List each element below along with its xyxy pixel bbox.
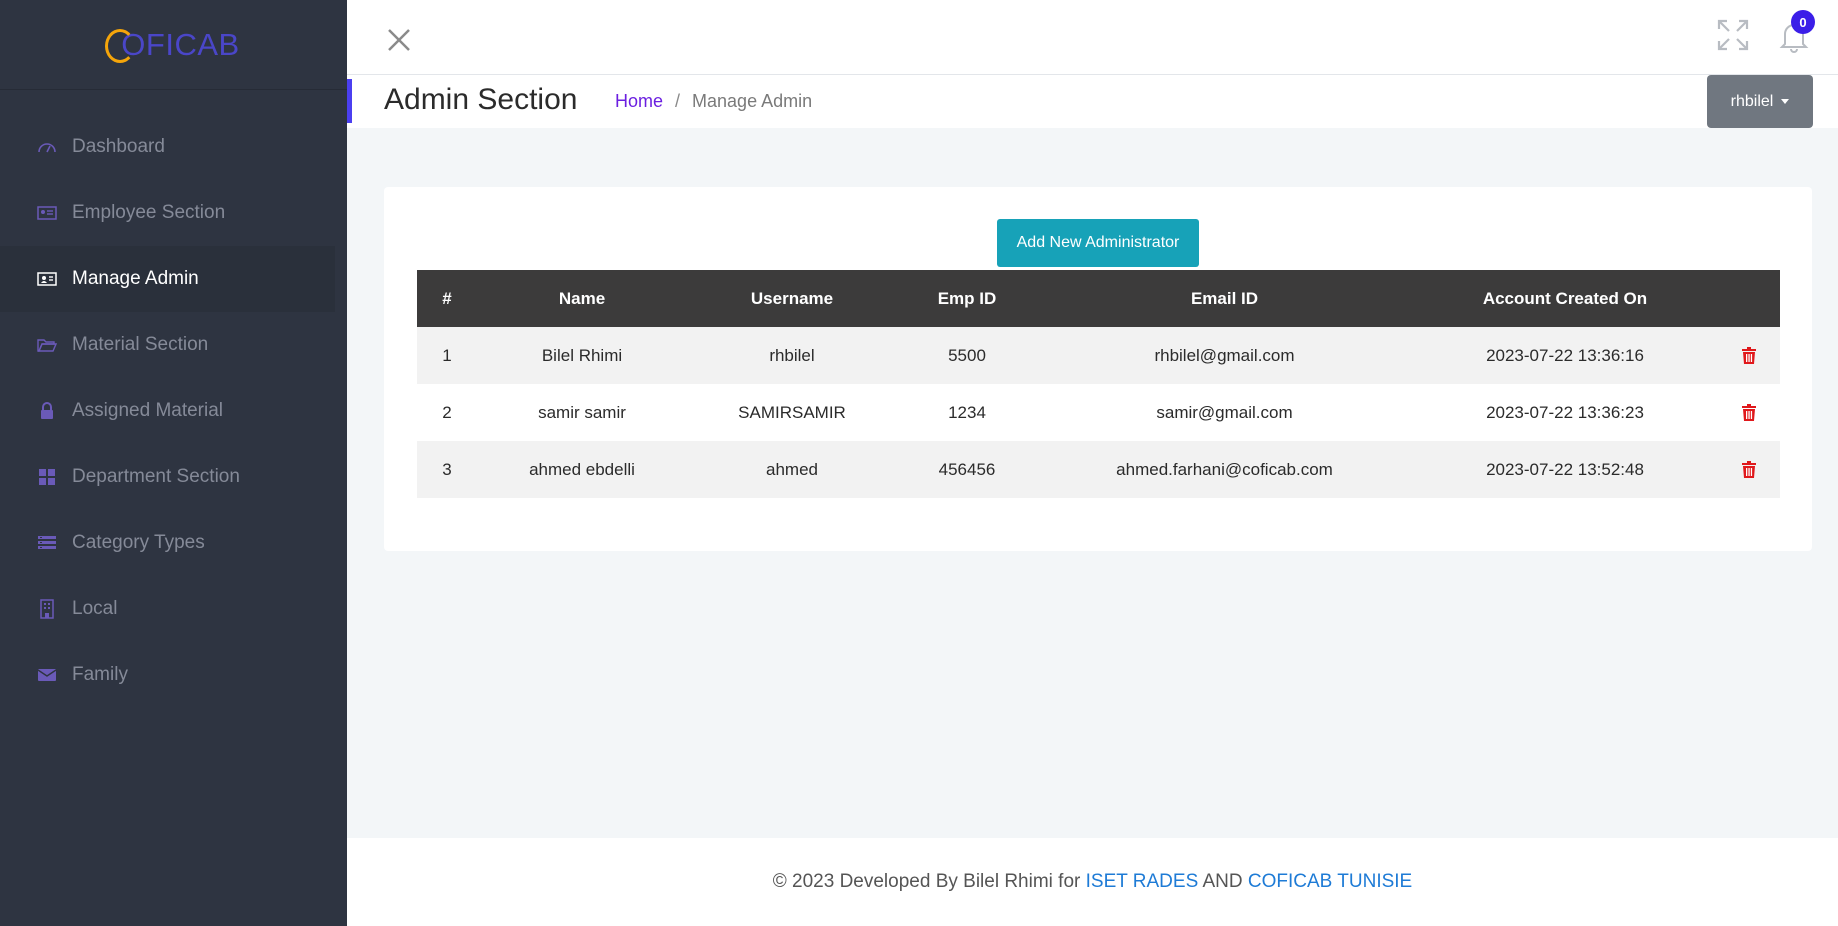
user-name: rhbilel	[1730, 92, 1774, 110]
close-sidebar-button[interactable]	[387, 28, 411, 54]
column-header-emp-id: Emp ID	[937, 288, 997, 308]
cell-created-on: 2023-07-22 13:36:23	[1486, 402, 1644, 422]
footer-text-and: AND	[1198, 871, 1248, 892]
page-header: Admin Section Home / Manage Admin rhbile…	[347, 75, 1838, 128]
delete-button[interactable]	[1741, 347, 1757, 365]
sidebar-item-employee-section[interactable]: Employee Section	[0, 180, 335, 246]
sidebar-item-family[interactable]: Family	[0, 642, 335, 708]
header-accent-bar	[347, 79, 352, 123]
sidebar-item-department-section[interactable]: Department Section	[0, 444, 335, 510]
table-row: 2 samir samir SAMIRSAMIR 1234 samir@gmai…	[417, 384, 1780, 441]
column-header-actions	[1718, 270, 1780, 327]
breadcrumb-separator: /	[675, 91, 681, 111]
table-header-row: # Name Username Emp ID Email ID Account …	[417, 270, 1780, 327]
admin-table-card: Add New Administrator # Name Username Em…	[384, 187, 1812, 551]
footer: © 2023 Developed By Bilel Rhimi for ISET…	[347, 838, 1838, 926]
delete-button[interactable]	[1741, 461, 1757, 479]
cell-created-on: 2023-07-22 13:36:16	[1486, 345, 1644, 365]
logo-area: OFICAB	[0, 0, 347, 90]
sidebar-item-label: Category Types	[72, 532, 205, 553]
cell-actions	[1718, 441, 1780, 498]
logo-text: OFICAB	[121, 26, 240, 62]
cell-name: samir samir	[538, 402, 626, 422]
sidebar-item-label: Employee Section	[72, 202, 226, 223]
cell-email: rhbilel@gmail.com	[1154, 345, 1295, 365]
list-icon	[36, 532, 58, 554]
table-row: 3 ahmed ebdelli ahmed 456456 ahmed.farha…	[417, 441, 1780, 498]
sidebar: OFICAB Dashboard Employee Section Manage…	[0, 0, 347, 926]
cell-name: ahmed ebdelli	[529, 459, 635, 479]
user-dropdown-button[interactable]: rhbilel	[1707, 75, 1813, 128]
close-icon	[388, 29, 410, 51]
breadcrumb-current: Manage Admin	[692, 91, 813, 111]
column-header-username: Username	[750, 288, 834, 308]
column-header-email: Email ID	[1190, 288, 1259, 308]
column-header-created-on: Account Created On	[1482, 288, 1648, 308]
sidebar-item-label: Manage Admin	[72, 268, 199, 289]
trash-icon	[1742, 347, 1756, 365]
sidebar-item-label: Local	[72, 598, 118, 619]
cell-index: 3	[442, 459, 452, 479]
sidebar-item-assigned-material[interactable]: Assigned Material	[0, 378, 335, 444]
id-card-icon	[36, 202, 58, 224]
footer-link-coficab-tunisie[interactable]: COFICAB TUNISIE	[1248, 871, 1412, 893]
breadcrumb: Home / Manage Admin	[615, 91, 812, 112]
expand-icon	[1717, 19, 1749, 51]
admin-table: # Name Username Emp ID Email ID Account …	[417, 270, 1780, 498]
column-header-name: Name	[558, 288, 606, 308]
cell-username: rhbilel	[769, 345, 815, 365]
cell-index: 2	[442, 402, 452, 422]
notification-badge: 0	[1791, 10, 1815, 34]
folder-open-icon	[36, 334, 58, 356]
grid-icon	[36, 466, 58, 488]
topbar: 0	[347, 0, 1838, 75]
cell-actions	[1718, 327, 1780, 384]
sidebar-item-label: Dashboard	[72, 136, 165, 157]
add-administrator-button[interactable]: Add New Administrator	[997, 219, 1199, 267]
sidebar-item-label: Material Section	[72, 334, 209, 355]
sidebar-item-label: Family	[72, 664, 128, 685]
admin-card-icon	[36, 268, 58, 290]
sidebar-item-category-types[interactable]: Category Types	[0, 510, 335, 576]
delete-button[interactable]	[1741, 404, 1757, 422]
sidebar-item-material-section[interactable]: Material Section	[0, 312, 335, 378]
fullscreen-button[interactable]	[1716, 18, 1750, 52]
cell-emp-id: 1234	[948, 402, 986, 422]
cell-created-on: 2023-07-22 13:52:48	[1486, 459, 1644, 479]
gauge-icon	[36, 136, 58, 158]
column-header-index: #	[442, 288, 452, 308]
caret-down-icon	[1781, 99, 1790, 104]
cell-name: Bilel Rhimi	[541, 345, 623, 365]
trash-icon	[1742, 461, 1756, 479]
sidebar-item-label: Assigned Material	[72, 400, 224, 421]
cell-email: ahmed.farhani@coficab.com	[1116, 459, 1333, 479]
sidebar-item-label: Department Section	[72, 466, 240, 487]
trash-icon	[1742, 404, 1756, 422]
building-icon	[36, 598, 58, 620]
breadcrumb-home-link[interactable]: Home	[615, 91, 663, 112]
cell-username: SAMIRSAMIR	[738, 402, 846, 422]
cell-username: ahmed	[766, 459, 818, 479]
sidebar-item-local[interactable]: Local	[0, 576, 335, 642]
cell-actions	[1718, 384, 1780, 441]
footer-text: © 2023 Developed By Bilel Rhimi for	[772, 871, 1086, 892]
page-title: Admin Section	[384, 83, 578, 116]
cell-index: 1	[442, 345, 452, 365]
table-row: 1 Bilel Rhimi rhbilel 5500 rhbilel@gmail…	[417, 327, 1780, 384]
brand-logo[interactable]: OFICAB	[105, 26, 240, 63]
sidebar-item-dashboard[interactable]: Dashboard	[0, 114, 335, 180]
lock-icon	[36, 400, 58, 422]
footer-link-iset-rades[interactable]: ISET RADES	[1086, 871, 1199, 893]
sidebar-nav: Dashboard Employee Section Manage Admin …	[0, 114, 347, 708]
cell-email: samir@gmail.com	[1156, 402, 1293, 422]
cell-emp-id: 5500	[948, 345, 986, 365]
sidebar-item-manage-admin[interactable]: Manage Admin	[0, 246, 335, 312]
cell-emp-id: 456456	[938, 459, 996, 479]
envelope-icon	[36, 664, 58, 686]
logo-ring-icon	[105, 28, 136, 63]
